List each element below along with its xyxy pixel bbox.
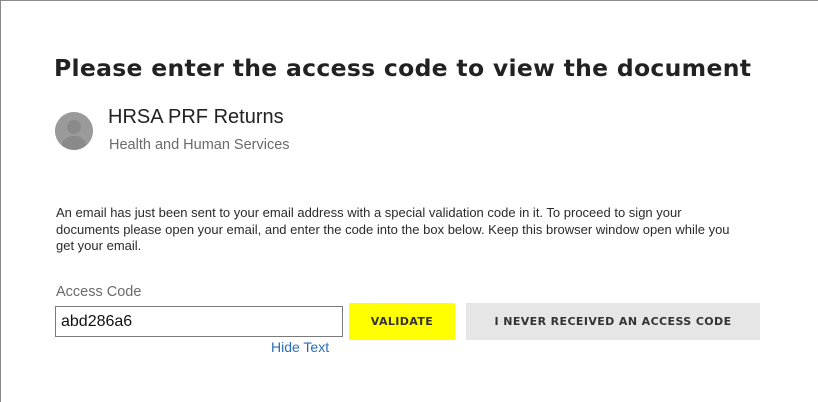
access-code-label: Access Code [56, 284, 142, 300]
document-access-panel: Please enter the access code to view the… [0, 0, 818, 402]
user-avatar-icon [55, 112, 93, 150]
page-title: Please enter the access code to view the… [54, 54, 752, 82]
instructions-message: An email has just been sent to your emai… [56, 205, 730, 253]
sender-name: HRSA PRF Returns [108, 106, 284, 128]
hide-text-link[interactable]: Hide Text [271, 339, 329, 355]
validate-button[interactable]: VALIDATE [349, 303, 455, 340]
sender-organization: Health and Human Services [109, 137, 290, 153]
access-code-input[interactable] [55, 306, 343, 337]
never-received-code-button[interactable]: I NEVER RECEIVED AN ACCESS CODE [466, 303, 760, 340]
